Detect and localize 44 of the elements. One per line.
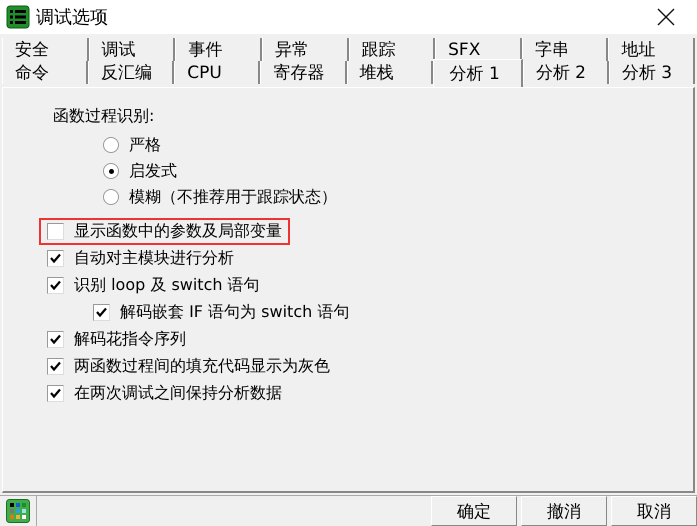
tab[interactable]: 安全 — [2, 38, 89, 61]
checkbox-label: 显示函数中的参数及局部变量 — [74, 221, 282, 242]
tab[interactable]: CPU — [174, 61, 260, 84]
radio-button[interactable] — [103, 137, 119, 153]
checkbox-label: 识别 loop 及 switch 语句 — [74, 275, 260, 296]
tab[interactable]: 寄存器 — [260, 61, 346, 84]
dialog-button[interactable]: 撤消 — [521, 496, 607, 526]
radio-label: 严格 — [129, 134, 161, 156]
checkbox-label: 解码花指令序列 — [74, 329, 186, 350]
radio-label: 模糊（不推荐用于跟踪状态） — [129, 186, 337, 208]
tab[interactable]: SFX — [435, 38, 522, 61]
tab[interactable]: 事件 — [175, 38, 262, 61]
close-icon[interactable] — [657, 8, 675, 26]
checkbox[interactable] — [93, 304, 110, 321]
checkbox-label: 在两次调试之间保持分析数据 — [74, 383, 282, 404]
checkbox-label: 自动对主模块进行分析 — [74, 248, 234, 269]
tab[interactable]: 跟踪 — [348, 38, 436, 61]
tab[interactable]: 异常 — [262, 38, 348, 61]
checkbox[interactable] — [47, 223, 64, 240]
tab[interactable]: 反汇编 — [88, 61, 174, 84]
checkbox[interactable] — [47, 250, 64, 267]
checkbox-label: 解码嵌套 IF 语句为 switch 语句 — [120, 302, 350, 323]
checkbox-label: 两函数过程间的填充代码显示为灰色 — [74, 356, 330, 377]
tab[interactable]: 命令 — [2, 61, 88, 84]
checkbox[interactable] — [47, 385, 64, 402]
tab[interactable]: 堆栈 — [346, 61, 433, 84]
radio-label: 启发式 — [129, 160, 177, 182]
radio-button[interactable] — [103, 189, 119, 205]
dialog-button[interactable]: 确定 — [431, 496, 517, 526]
radio-button[interactable] — [103, 163, 119, 179]
tab[interactable]: 分析 3 — [608, 61, 695, 84]
tab[interactable]: 分析 1 — [432, 59, 523, 87]
checkbox[interactable] — [47, 277, 64, 294]
tab[interactable]: 分析 2 — [522, 61, 609, 84]
window-title: 调试选项 — [36, 6, 109, 29]
grid-icon — [6, 499, 30, 523]
dialog-button[interactable]: 取消 — [611, 496, 697, 526]
tab[interactable]: 调试 — [88, 38, 176, 61]
tab[interactable]: 字串 — [522, 38, 608, 61]
tab[interactable]: 地址 — [608, 38, 695, 61]
checkbox[interactable] — [47, 358, 64, 375]
group-label: 函数过程识别: — [53, 106, 156, 127]
list-icon — [6, 5, 30, 29]
checkbox[interactable] — [47, 331, 64, 348]
